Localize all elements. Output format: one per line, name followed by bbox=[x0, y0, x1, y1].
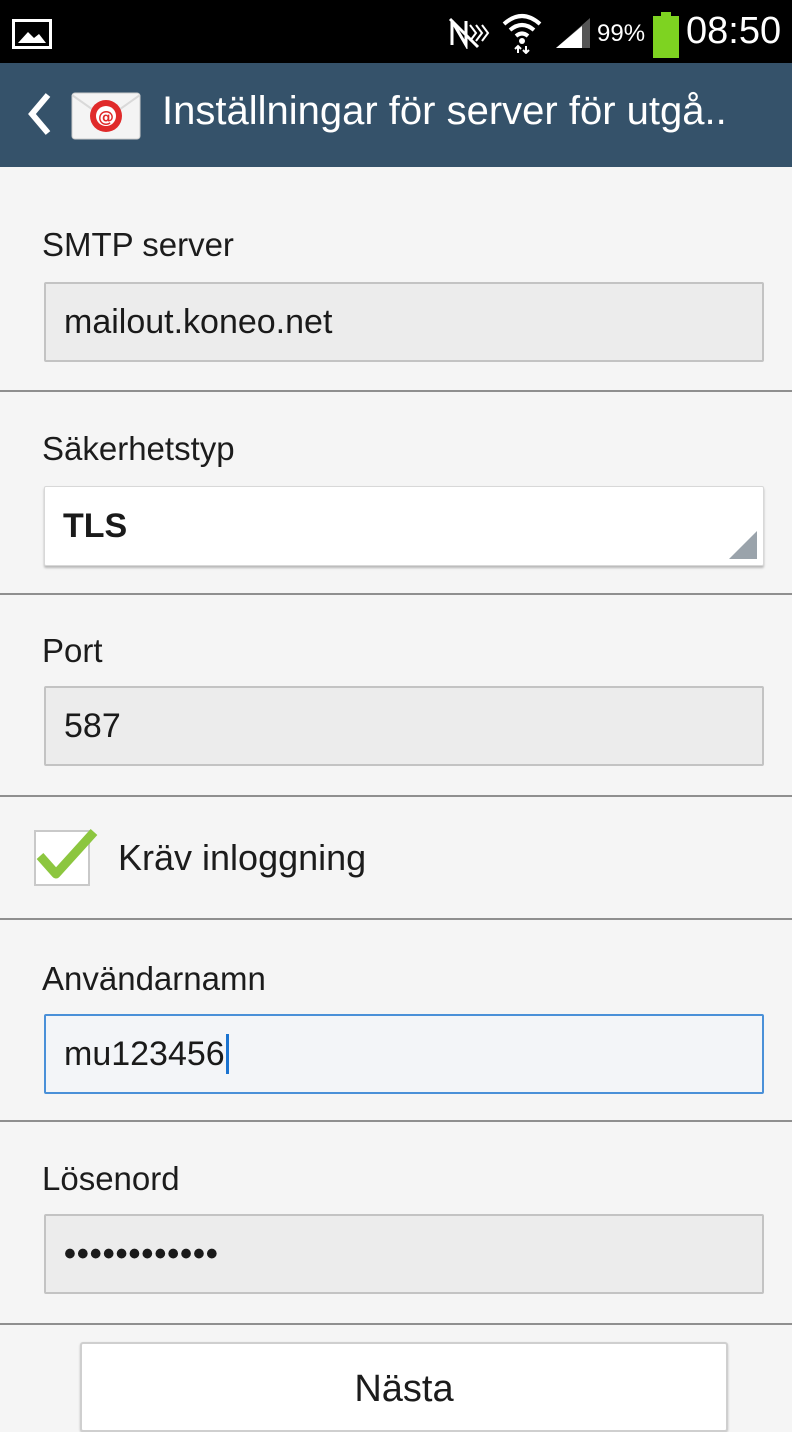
password-value: •••••••••••• bbox=[64, 1234, 219, 1273]
divider bbox=[0, 918, 792, 920]
divider bbox=[0, 1323, 792, 1325]
svg-text:@: @ bbox=[98, 107, 114, 126]
divider bbox=[0, 390, 792, 392]
image-notification-icon bbox=[12, 19, 52, 49]
port-label: Port bbox=[42, 632, 103, 669]
username-label: Användarnamn bbox=[42, 960, 266, 997]
password-input[interactable]: •••••••••••• bbox=[44, 1214, 764, 1294]
security-type-value: TLS bbox=[63, 506, 128, 545]
port-value: 587 bbox=[64, 706, 121, 745]
security-type-label: Säkerhetstyp bbox=[42, 430, 235, 467]
smtp-server-label: SMTP server bbox=[42, 226, 234, 263]
chevron-left-icon[interactable] bbox=[26, 91, 52, 137]
email-app-icon[interactable]: @ bbox=[70, 87, 142, 143]
smtp-server-input[interactable]: mailout.koneo.net bbox=[44, 282, 764, 362]
status-bar: 99% 08:50 bbox=[0, 0, 792, 63]
security-type-select[interactable]: TLS bbox=[44, 486, 764, 566]
require-login-label[interactable]: Kräv inloggning bbox=[118, 837, 366, 879]
divider bbox=[0, 593, 792, 595]
mute-icon bbox=[448, 17, 490, 49]
checkmark-icon bbox=[36, 828, 98, 879]
divider bbox=[0, 1120, 792, 1122]
password-label: Lösenord bbox=[42, 1160, 180, 1197]
username-value: mu123456 bbox=[64, 1034, 225, 1073]
clock: 08:50 bbox=[686, 10, 782, 52]
signal-icon bbox=[556, 18, 590, 48]
divider bbox=[0, 795, 792, 797]
battery-percent: 99% bbox=[597, 20, 646, 47]
wifi-icon bbox=[502, 14, 542, 54]
dropdown-corner-icon bbox=[729, 531, 757, 559]
text-cursor bbox=[225, 1034, 229, 1074]
port-input[interactable]: 587 bbox=[44, 686, 764, 766]
page-title: Inställningar för server för utgå.. bbox=[162, 89, 727, 133]
action-bar: @ Inställningar för server för utgå.. bbox=[0, 63, 792, 167]
smtp-server-value: mailout.koneo.net bbox=[64, 302, 333, 341]
battery-icon bbox=[653, 12, 679, 58]
username-input[interactable]: mu123456 bbox=[44, 1014, 764, 1094]
next-button[interactable]: Nästa bbox=[80, 1342, 728, 1432]
